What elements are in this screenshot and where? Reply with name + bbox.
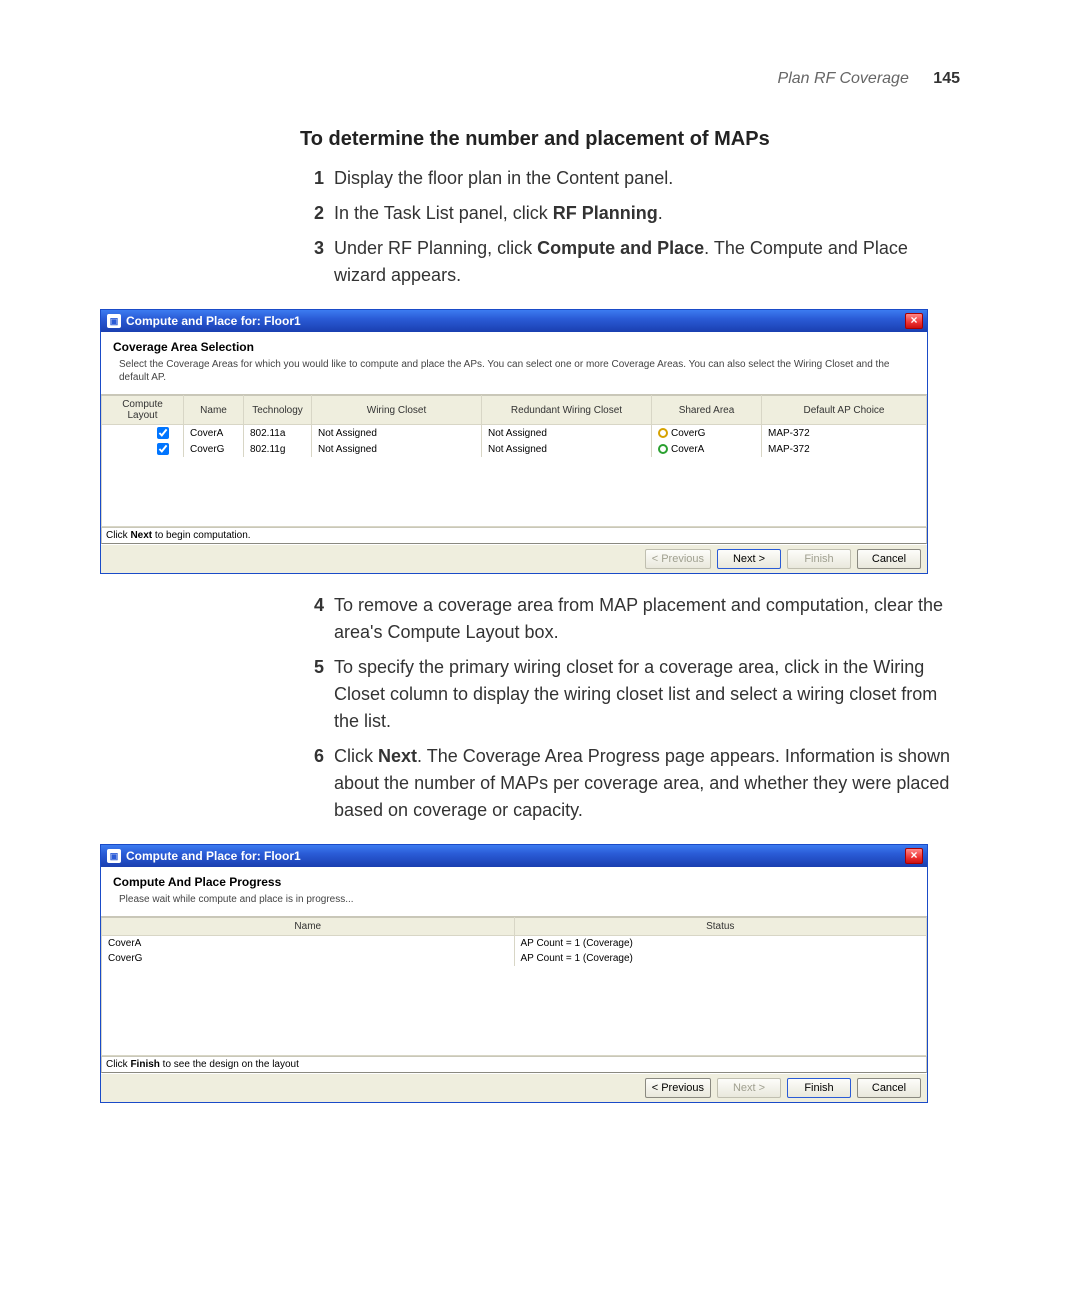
previous-button[interactable]: < Previous (645, 1078, 711, 1098)
cell-name: CoverG (102, 951, 515, 966)
cell-name: CoverG (184, 441, 244, 457)
table-row: CoverAAP Count = 1 (Coverage) (102, 936, 927, 952)
cell-wiring-closet[interactable]: Not Assigned (312, 425, 482, 442)
column-header[interactable]: Name (184, 396, 244, 425)
cell-status: AP Count = 1 (Coverage) (514, 951, 927, 966)
column-header[interactable]: Default AP Choice (762, 396, 927, 425)
procedure-title: To determine the number and placement of… (300, 128, 960, 151)
step-text: Display the floor plan in the Content pa… (334, 165, 960, 192)
next-button[interactable]: Next > (717, 549, 781, 569)
wizard-progress: ▣ Compute and Place for: Floor1 × Comput… (100, 844, 928, 1103)
progress-table: NameStatus CoverAAP Count = 1 (Coverage)… (101, 917, 927, 966)
shared-area-icon (658, 428, 668, 438)
finish-button[interactable]: Finish (787, 549, 851, 569)
cell-technology: 802.11a (244, 425, 312, 442)
button-bar: < Previous Next > Finish Cancel (101, 544, 927, 573)
step-text: To remove a coverage area from MAP place… (334, 592, 960, 646)
step: 3Under RF Planning, click Compute and Pl… (300, 235, 960, 289)
app-icon: ▣ (107, 314, 121, 328)
cell-shared-area: CoverG (652, 425, 762, 442)
step-number: 3 (300, 235, 324, 289)
step: 1 Display the floor plan in the Content p… (300, 165, 960, 192)
column-header[interactable]: Compute Layout (102, 396, 184, 425)
cancel-button[interactable]: Cancel (857, 549, 921, 569)
step: 6Click Next. The Coverage Area Progress … (300, 743, 960, 824)
titlebar[interactable]: ▣ Compute and Place for: Floor1 × (101, 845, 927, 867)
table-row[interactable]: CoverA802.11aNot AssignedNot AssignedCov… (102, 425, 927, 442)
running-header: Plan RF Coverage 145 (100, 70, 1000, 88)
column-header[interactable]: Shared Area (652, 396, 762, 425)
column-header[interactable]: Technology (244, 396, 312, 425)
step: 2 In the Task List panel, click RF Planni… (300, 200, 960, 227)
step-text: Under RF Planning, click Compute and Pla… (334, 235, 960, 289)
table-empty-area (101, 966, 927, 1056)
wizard-step-desc: Select the Coverage Areas for which you … (119, 358, 915, 384)
page-number: 145 (933, 70, 960, 87)
close-icon[interactable]: × (905, 848, 923, 864)
step-text: To specify the primary wiring closet for… (334, 654, 960, 735)
step-number: 2 (300, 200, 324, 227)
coverage-table[interactable]: Compute LayoutNameTechnologyWiring Close… (101, 395, 927, 457)
cell-wiring-closet[interactable]: Not Assigned (312, 441, 482, 457)
cell-name: CoverA (102, 936, 515, 952)
cancel-button[interactable]: Cancel (857, 1078, 921, 1098)
close-icon[interactable]: × (905, 313, 923, 329)
wizard-step-desc: Please wait while compute and place is i… (119, 893, 915, 906)
cell-default-ap[interactable]: MAP-372 (762, 441, 927, 457)
app-icon: ▣ (107, 849, 121, 863)
cell-shared-area: CoverA (652, 441, 762, 457)
titlebar[interactable]: ▣ Compute and Place for: Floor1 × (101, 310, 927, 332)
cell-name: CoverA (184, 425, 244, 442)
column-header: Name (102, 918, 515, 936)
wizard-hint: Click Finish to see the design on the la… (101, 1056, 927, 1073)
step: 5To specify the primary wiring closet fo… (300, 654, 960, 735)
wizard-step-title: Coverage Area Selection (113, 340, 915, 354)
window-title: Compute and Place for: Floor1 (126, 314, 301, 328)
cell-default-ap[interactable]: MAP-372 (762, 425, 927, 442)
wizard-header: Coverage Area Selection Select the Cover… (101, 332, 927, 395)
finish-button[interactable]: Finish (787, 1078, 851, 1098)
page: Plan RF Coverage 145 To determine the nu… (0, 0, 1080, 1181)
cell-technology: 802.11g (244, 441, 312, 457)
next-button[interactable]: Next > (717, 1078, 781, 1098)
previous-button[interactable]: < Previous (645, 549, 711, 569)
step-text: In the Task List panel, click RF Plannin… (334, 200, 960, 227)
wizard-step-title: Compute And Place Progress (113, 875, 915, 889)
step-number: 1 (300, 165, 324, 192)
column-header[interactable]: Wiring Closet (312, 396, 482, 425)
compute-layout-checkbox[interactable] (157, 427, 169, 439)
table-row[interactable]: CoverG802.11gNot AssignedNot AssignedCov… (102, 441, 927, 457)
cell-redundant-wc[interactable]: Not Assigned (482, 441, 652, 457)
column-header[interactable]: Redundant Wiring Closet (482, 396, 652, 425)
cell-redundant-wc[interactable]: Not Assigned (482, 425, 652, 442)
column-header: Status (514, 918, 927, 936)
window-title: Compute and Place for: Floor1 (126, 849, 301, 863)
compute-layout-checkbox[interactable] (157, 443, 169, 455)
wizard-header: Compute And Place Progress Please wait w… (101, 867, 927, 917)
section-name: Plan RF Coverage (778, 70, 909, 87)
step: 4To remove a coverage area from MAP plac… (300, 592, 960, 646)
shared-area-icon (658, 444, 668, 454)
table-row: CoverGAP Count = 1 (Coverage) (102, 951, 927, 966)
cell-status: AP Count = 1 (Coverage) (514, 936, 927, 952)
step-number: 5 (300, 654, 324, 735)
step-number: 4 (300, 592, 324, 646)
wizard-hint: Click Next to begin computation. (101, 527, 927, 544)
wizard-coverage-selection: ▣ Compute and Place for: Floor1 × Covera… (100, 309, 928, 574)
table-empty-area (101, 457, 927, 527)
button-bar: < Previous Next > Finish Cancel (101, 1073, 927, 1102)
step-number: 6 (300, 743, 324, 824)
step-text: Click Next. The Coverage Area Progress p… (334, 743, 960, 824)
